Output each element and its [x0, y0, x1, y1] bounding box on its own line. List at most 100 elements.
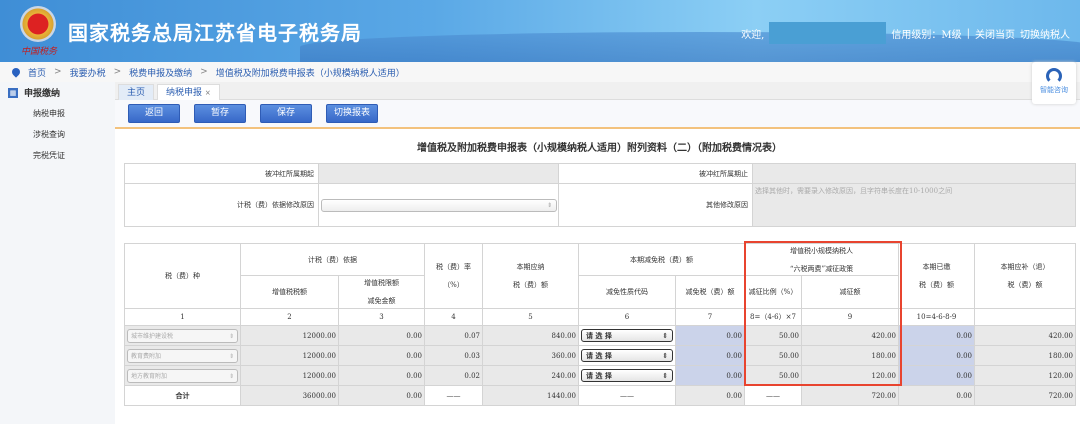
limit-cell[interactable]: 0.00	[338, 345, 425, 366]
back-button[interactable]: 返回	[128, 104, 180, 123]
code-cell: 请 选 择 ⇕	[578, 365, 676, 386]
breadcrumb-sep: >	[54, 67, 62, 77]
relief-code-select[interactable]: 请 选 择 ⇕	[581, 349, 673, 362]
header-code: 减免性质代码	[578, 275, 676, 309]
tax-type-cell: 教育费附加 ⇕	[124, 345, 241, 366]
col-num: 4	[424, 308, 483, 326]
total-relief: 0.00	[675, 385, 745, 406]
breadcrumb-declare[interactable]: 税费申报及缴纳	[129, 66, 192, 79]
tax-emblem-logo	[20, 6, 56, 42]
tab-label: 纳税申报	[166, 88, 203, 98]
relief-code-select[interactable]: 请 选 择 ⇕	[581, 369, 673, 382]
col-num: 9	[800, 308, 900, 326]
column-number-row: 1 2 3 4 5 6 7 8=（4-6）×7 9 10=4-6-8-9	[124, 308, 1077, 326]
vat-cell[interactable]: 12000.00	[240, 345, 339, 366]
total-vat: 36000.00	[240, 385, 339, 406]
tax-type-cell: 地方教育附加 ⇕	[124, 365, 241, 386]
total-reduce: 720.00	[800, 385, 900, 406]
save-button[interactable]: 保存	[260, 104, 312, 123]
temp-save-button[interactable]: 暂存	[194, 104, 246, 123]
credit-level: 信用级别：M级	[891, 29, 962, 41]
tax-type-select[interactable]: 城市维护建设税 ⇕	[127, 328, 238, 343]
breadcrumb-current[interactable]: 增值税及附加税费申报表（小规模纳税人适用）	[216, 66, 405, 79]
rate-cell: 0.03	[424, 345, 483, 366]
total-rate: ——	[424, 385, 483, 406]
vat-cell[interactable]: 12000.00	[240, 365, 339, 386]
user-bar: 欢迎, 信用级别：M级 | 关闭当页 切换纳税人	[741, 22, 1070, 44]
surcharge-table: 税（费）种 计税（费）依据 税（费）率 （%） 本期应纳 税（费）额 本期减免税（费…	[124, 243, 1077, 406]
total-paid: 0.00	[898, 385, 976, 406]
breadcrumb-tax[interactable]: 我要办税	[70, 66, 106, 79]
sidebar-item-tax-certificate[interactable]: 完税凭证	[0, 145, 115, 166]
table-row: 教育费附加 ⇕ 12000.00 0.00 0.03 360.00 请 选 择 ⇕ 0.00 50…	[124, 345, 1077, 366]
sidebar-section[interactable]: ▦ 申报缴纳	[0, 82, 115, 103]
paid-cell[interactable]: 0.00	[898, 325, 976, 346]
sidebar-item-tax-query[interactable]: 涉税查询	[0, 124, 115, 145]
col-num: 3	[338, 308, 425, 326]
refund-cell: 120.00	[974, 365, 1077, 386]
col-num: 5	[482, 308, 579, 326]
tab-home[interactable]: 主页	[118, 84, 155, 100]
relief-cell[interactable]: 0.00	[675, 325, 745, 346]
other-reason-textarea[interactable]: 选择其他时，需要录入修改原因，且字符串长度在10-1000之间	[752, 183, 1076, 227]
breadcrumb: 首页 > 我要办税 > 税费申报及缴纳 > 增值税及附加税费申报表（小规模纳税人适用）	[0, 62, 1080, 82]
switch-taxpayer-link[interactable]: 切换纳税人	[1020, 26, 1070, 41]
close-tab-icon[interactable]: ×	[205, 89, 211, 97]
table-row: 城市维护建设税 ⇕ 12000.00 0.00 0.07 840.00 请 选 择 ⇕ 0.00…	[124, 325, 1077, 346]
tax-type-select[interactable]: 地方教育附加 ⇕	[127, 368, 238, 383]
menu-grid-icon: ▦	[8, 87, 18, 98]
header-policy: 增值税小规模纳税人 “六税两费”减征政策	[743, 243, 900, 276]
relief-cell[interactable]: 0.00	[675, 345, 745, 366]
table-row: 地方教育附加 ⇕ 12000.00 0.00 0.02 240.00 请 选 择 ⇕ 0.00 5…	[124, 365, 1077, 386]
toolbar: 返回 暂存 保存 切换报表	[115, 100, 1080, 129]
total-code: ——	[578, 385, 676, 406]
header-basis: 计税（费）依据	[240, 243, 425, 276]
paid-cell[interactable]: 0.00	[898, 365, 976, 386]
basis-reason-select[interactable]: ⇕	[321, 198, 557, 212]
vat-cell[interactable]: 12000.00	[240, 325, 339, 346]
code-cell: 请 选 择 ⇕	[578, 325, 676, 346]
switch-report-button[interactable]: 切换报表	[326, 104, 378, 123]
site-title: 国家税务总局江苏省电子税务局	[68, 21, 362, 45]
relief-cell[interactable]: 0.00	[675, 365, 745, 386]
correction-form: 被冲红所属期起 被冲红所属期止 计税（费）依据修改原因 ⇕ 其他修改原因 选择其…	[124, 163, 1076, 227]
basis-reason-cell: ⇕	[318, 183, 559, 227]
refund-cell: 180.00	[974, 345, 1077, 366]
col-num: 6	[578, 308, 676, 326]
header-ratio: 减征比例（%）	[744, 275, 802, 309]
smart-consult-button[interactable]: 智能咨询	[1032, 62, 1076, 104]
period-start-field[interactable]	[318, 163, 559, 184]
relief-code-select[interactable]: 请 选 择 ⇕	[581, 329, 673, 342]
header-rate: 税（费）率 （%）	[424, 243, 483, 309]
sidebar-section-label: 申报缴纳	[24, 89, 61, 99]
tab-tax-declare[interactable]: 纳税申报 ×	[157, 84, 220, 100]
emblem-text: 中国税务	[21, 47, 58, 57]
page-title: 增值税及附加税费申报表（小规模纳税人适用）附列资料（二）（附加税费情况表）	[417, 143, 782, 154]
sidebar: ▦ 申报缴纳 纳税申报 涉税查询 完税凭证	[0, 82, 115, 424]
header-tax-type: 税（费）种	[124, 243, 241, 309]
period-end-field[interactable]	[752, 163, 1076, 184]
header-limit: 增值税限额 减免金额	[338, 275, 425, 309]
close-page-link[interactable]: 关闭当页	[975, 26, 1015, 41]
limit-cell[interactable]: 0.00	[338, 325, 425, 346]
total-due: 1440.00	[482, 385, 579, 406]
due-cell: 240.00	[482, 365, 579, 386]
breadcrumb-home[interactable]: 首页	[28, 66, 46, 79]
headset-icon	[1046, 68, 1062, 84]
total-refund: 720.00	[974, 385, 1077, 406]
limit-cell[interactable]: 0.00	[338, 365, 425, 386]
tax-type-select[interactable]: 教育费附加 ⇕	[127, 348, 238, 363]
header-vat: 增值税税额	[240, 275, 339, 309]
refund-cell: 420.00	[974, 325, 1077, 346]
col-num: 10=4-6-8-9	[898, 308, 976, 326]
sidebar-item-tax-declare[interactable]: 纳税申报	[0, 103, 115, 124]
header-relief: 本期减免税（费）额	[578, 243, 745, 276]
consult-label: 智能咨询	[1040, 86, 1068, 94]
tax-type-cell: 城市维护建设税 ⇕	[124, 325, 241, 346]
location-pin-icon	[10, 66, 22, 78]
paid-cell[interactable]: 0.00	[898, 345, 976, 366]
welcome-text: 欢迎,	[741, 29, 765, 41]
total-row: 合计 36000.00 0.00 —— 1440.00 —— 0.00 —— 7…	[124, 385, 1077, 406]
breadcrumb-sep: >	[113, 67, 122, 77]
col-num: 1	[124, 308, 241, 326]
